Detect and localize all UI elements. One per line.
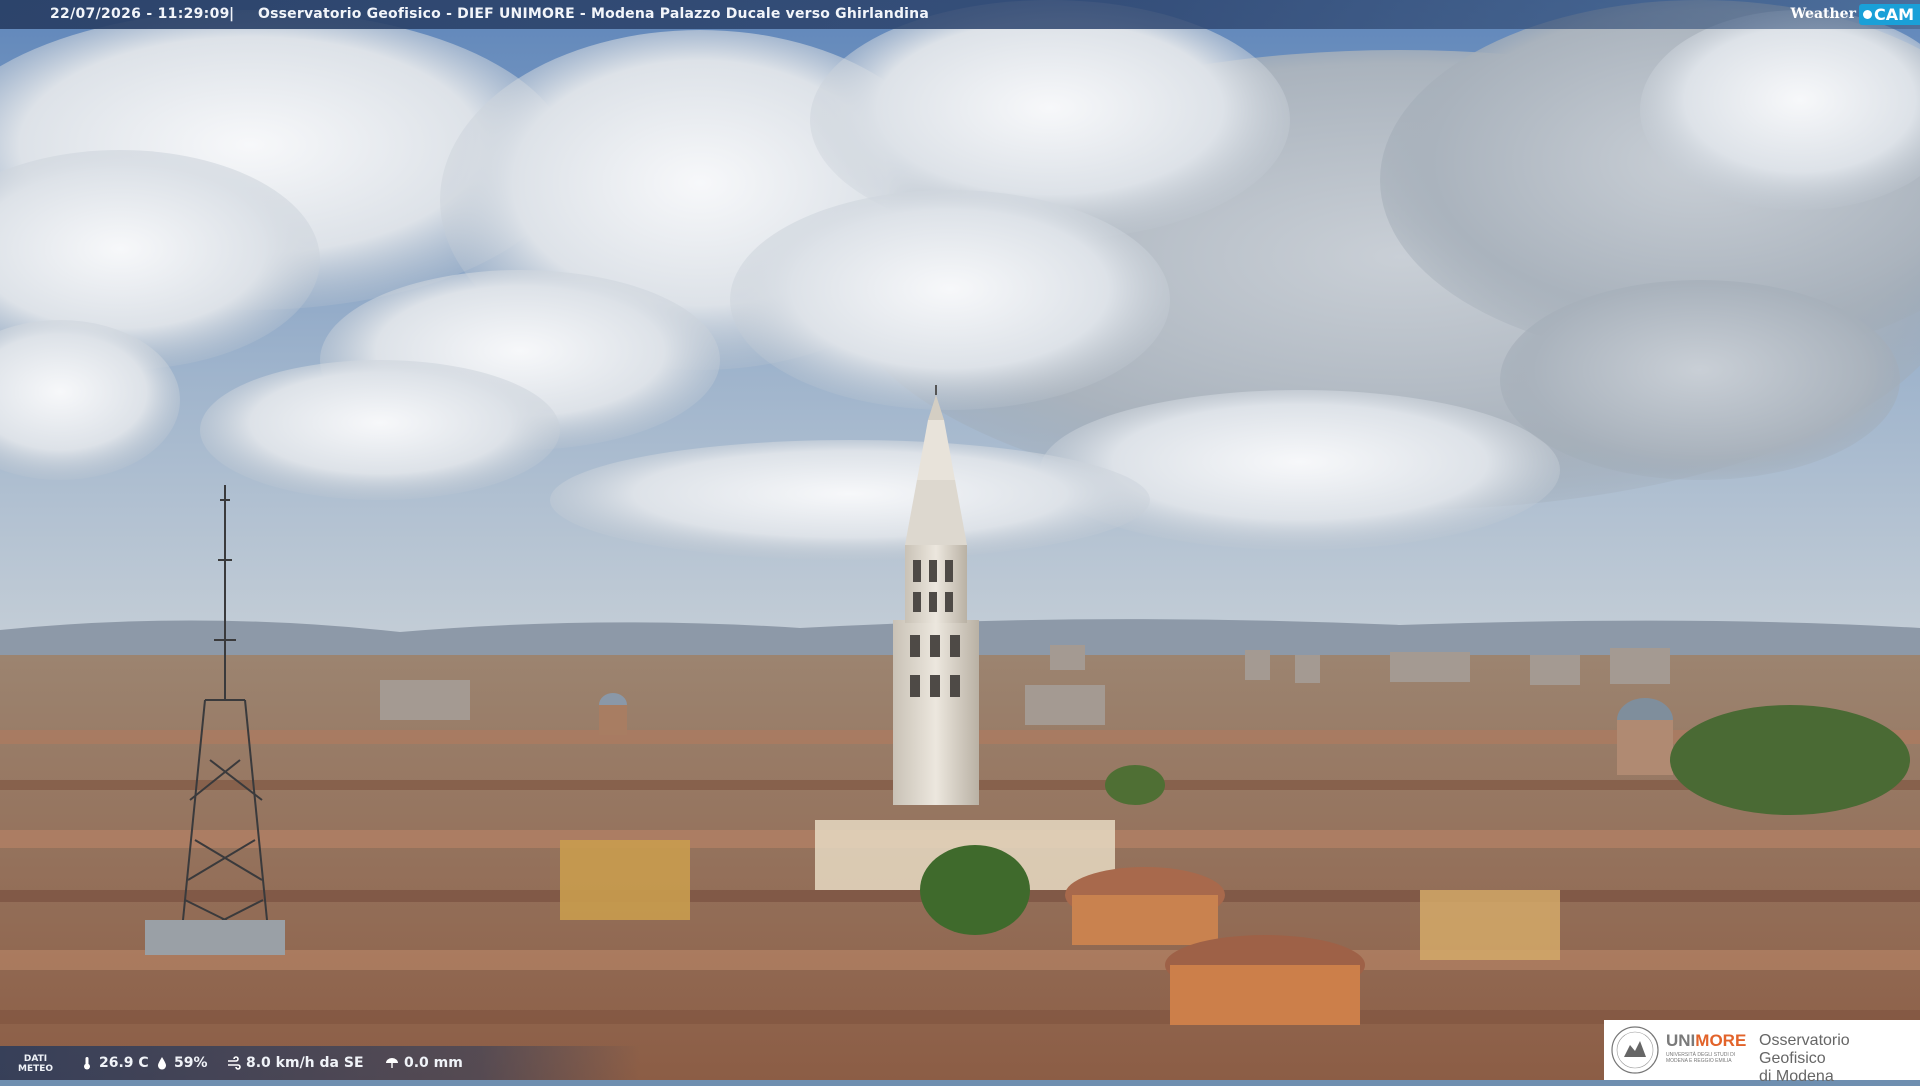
webcam-image (0, 0, 1920, 1080)
weather-data-label: DATI METEO (18, 1054, 54, 1074)
unimore-logo-box: UNIMORE UNIVERSITÀ DEGLI STUDI DI MODENA… (1604, 1020, 1920, 1085)
rain-readout: 0.0 mm (385, 1055, 463, 1071)
dome-drum (1617, 720, 1673, 775)
humidity-readout: 59% (155, 1055, 208, 1071)
unimore-subtitle: UNIVERSITÀ DEGLI STUDI DI MODENA E REGGI… (1666, 1052, 1736, 1064)
humidity-value: 59% (174, 1055, 208, 1071)
separator: | (229, 6, 235, 22)
weathercam-logo: Weather CAM (1790, 2, 1920, 26)
wind-readout: 8.0 km/h da SE (227, 1055, 364, 1071)
trees (1105, 765, 1165, 805)
weathercam-logo-weather: Weather (1790, 6, 1856, 22)
wind-icon (228, 1056, 241, 1070)
antenna-base-equipment (145, 920, 285, 955)
temperature-readout: 26.9 C (80, 1055, 149, 1071)
clouds (0, 0, 1920, 560)
yellow-facade (560, 840, 690, 920)
rain-value: 0.0 mm (404, 1055, 463, 1071)
unimore-seal-icon (1611, 1026, 1659, 1074)
timestamp: 22/07/2026 - 11:29:09 (50, 6, 230, 22)
trees (920, 845, 1030, 935)
rain-icon (386, 1058, 398, 1068)
wind-value: 8.0 km/h da SE (246, 1055, 364, 1071)
round-building (1170, 965, 1360, 1025)
unimore-name: UNIMORE (1666, 1031, 1747, 1050)
observatory-name: Osservatorio Geofisico di Modena (1759, 1032, 1850, 1085)
temperature-value: 26.9 C (99, 1055, 149, 1071)
overlay-top-bar: 22/07/2026 - 11:29:09 | Osservatorio Geo… (0, 0, 1920, 29)
weathercam-logo-cam: CAM (1873, 4, 1914, 24)
camera-title: Osservatorio Geofisico - DIEF UNIMORE - … (258, 6, 929, 22)
thermometer-icon (84, 1057, 90, 1070)
camera-lens-icon (1862, 9, 1872, 19)
humidity-drop-icon (158, 1057, 166, 1070)
weather-data-bar: DATI METEO 26.9 C 59% 8.0 km/h da SE 0.0… (0, 1046, 640, 1080)
yellow-facade (1420, 890, 1560, 960)
cityscape-scene (0, 0, 1920, 1080)
trees (1670, 705, 1910, 815)
round-building (1072, 895, 1218, 945)
